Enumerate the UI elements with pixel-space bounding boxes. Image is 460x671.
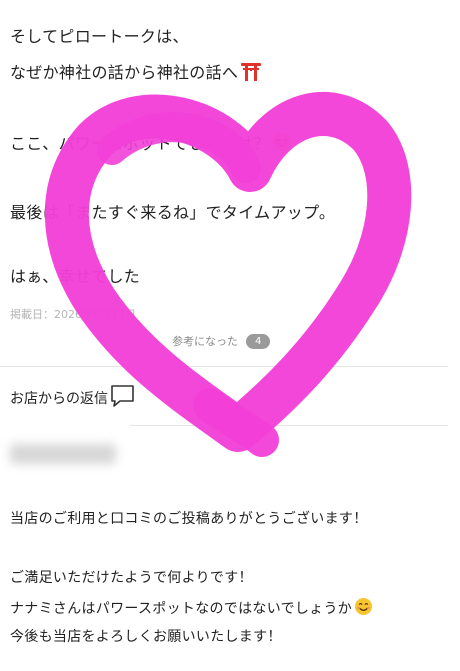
redacted-shop-name	[10, 444, 116, 464]
reply-divider	[130, 425, 448, 426]
review-line-3: ここ、パワースポットでしたっけ？	[10, 132, 292, 158]
review-line-1: そしてピロートークは、	[10, 27, 189, 46]
review-line-4: 最後は「またすぐ来るね」でタイムアップ。	[10, 203, 336, 222]
speech-bubble-icon	[110, 384, 136, 414]
section-divider	[0, 366, 448, 367]
reply-line-1: 当店のご利用と口コミのご投稿ありがとうございます！	[10, 511, 368, 527]
review-line-2: なぜか神社の話から神社の話へ	[10, 61, 262, 87]
reply-header: お店からの返信	[10, 384, 136, 414]
reply-line-3: ナナミさんはパワースポットなのではないでしょうか	[10, 597, 373, 622]
reply-line-2: ご満足いただけたようで何よりです！	[10, 570, 253, 586]
review-line-5: はぁ、幸せでした	[10, 267, 141, 286]
helpful-label: 参考になった	[172, 335, 238, 348]
posted-date: 掲載日：2026年5月13日	[10, 308, 136, 321]
smiling-face-emoji-icon	[354, 597, 373, 622]
helpful-button[interactable]: 参考になった 4	[172, 333, 271, 349]
helpful-count-badge: 4	[246, 334, 271, 349]
reply-line-4: 今後も当店をよろしくお願いいたします！	[10, 629, 282, 645]
torii-gate-icon	[240, 61, 262, 87]
grinning-squint-emoji-icon	[272, 132, 292, 158]
